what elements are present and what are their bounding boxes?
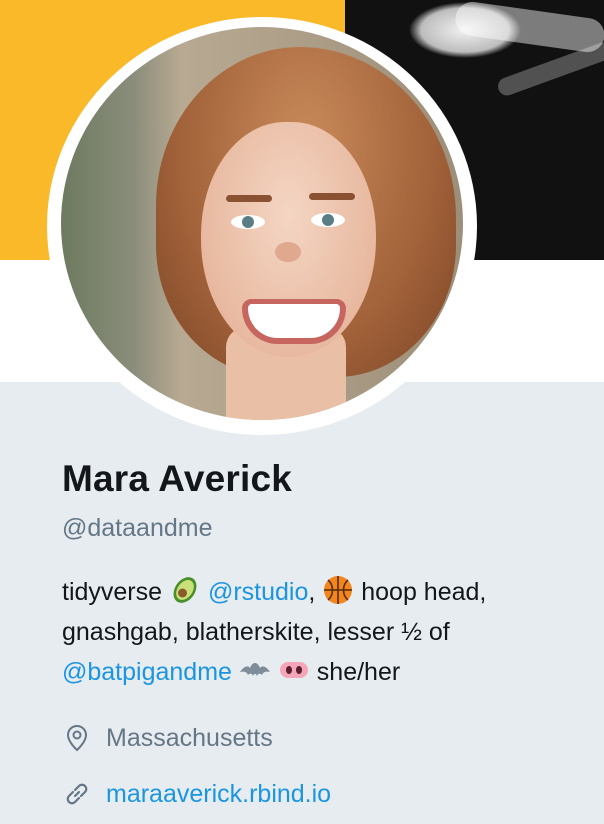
avatar-left-brow [226,195,272,202]
bio-comma: , [308,578,316,606]
profile-website: maraaverick.rbind.io [62,779,331,809]
basketball-icon [324,576,353,604]
profile-name[interactable]: Mara Averick [62,458,292,500]
bio-line-3: @batpigandme she/her [62,652,582,692]
bio-line-2: gnashgab, blatherskite, lesser ½ of [62,618,450,646]
profile-handle[interactable]: @dataandme [62,514,212,543]
website-link[interactable]: maraaverick.rbind.io [106,780,331,809]
batpigandme-mention-link[interactable]: @batpigandme [62,658,232,686]
avatar-nose [275,242,301,262]
pig-nose-icon [279,662,308,678]
profile-bio: tidyverse @rstudio, hoop head, gnashgab,… [62,572,582,692]
profile-location: Massachusetts [62,723,273,753]
location-text: Massachusetts [106,723,273,752]
avatar-smile [242,299,346,344]
bio-text: hoop head, [361,578,487,606]
bio-text: she/her [316,658,401,686]
avatar-right-eye [311,213,345,227]
location-pin-icon [66,724,88,752]
link-icon [66,783,88,805]
avatar-right-brow [309,193,355,200]
avocado-icon [173,577,197,603]
avatar[interactable] [61,27,463,420]
bio-text: tidyverse [62,578,163,606]
bat-icon [239,663,270,676]
bio-line-1: tidyverse @rstudio, hoop head, [62,572,582,612]
rstudio-mention-link[interactable]: @rstudio [208,578,308,606]
avatar-left-eye [231,215,265,229]
